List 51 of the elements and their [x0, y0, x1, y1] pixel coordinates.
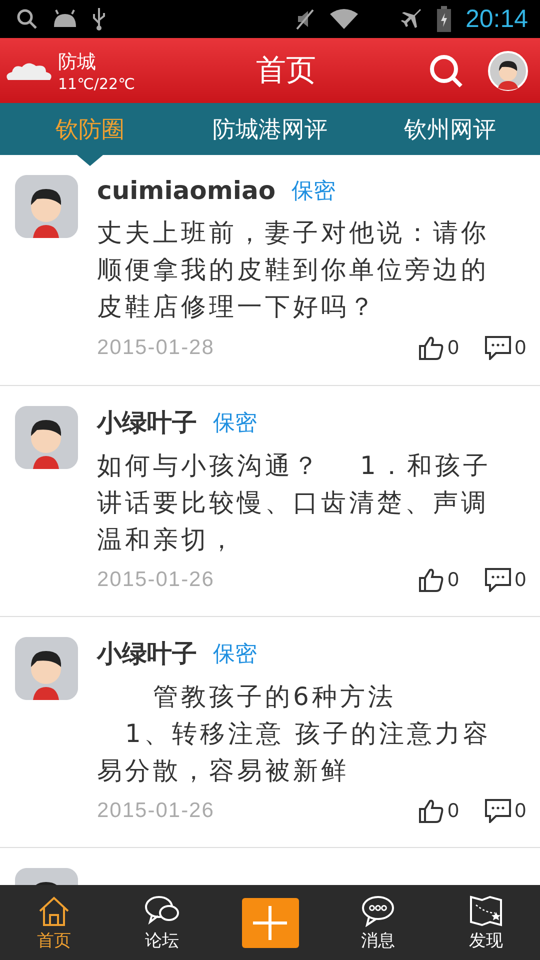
avatar[interactable] [488, 50, 528, 90]
like-count: 0 [448, 336, 459, 360]
privacy-label: 保密 [213, 410, 257, 438]
post-date: 2015-01-26 [97, 568, 216, 592]
temperature: 11℃/22℃ [58, 74, 135, 92]
comment-icon[interactable] [484, 568, 511, 592]
mute-icon [295, 8, 316, 30]
like-count: 0 [448, 568, 459, 592]
avatar [15, 406, 78, 469]
privacy-label: 保密 [213, 640, 257, 668]
post-date: 2015-01-28 [97, 336, 216, 360]
post-text[interactable]: 丈夫上班前，妻子对他说：请你顺便拿我的皮鞋到你单位旁边的皮鞋店修理一下好吗？ [97, 214, 497, 326]
usb-icon [92, 7, 106, 31]
nav-tab[interactable]: 首页 [0, 885, 108, 960]
like-count: 0 [448, 800, 459, 822]
airplane-icon [401, 8, 424, 30]
post-date: 2015-01-26 [97, 799, 216, 823]
avatar [15, 637, 78, 700]
comment-count: 0 [514, 800, 526, 822]
author-name[interactable]: 小绿叶子 [97, 406, 197, 439]
wifi-icon [329, 8, 360, 30]
thumbs-up-icon[interactable] [418, 799, 444, 823]
battery-icon [437, 6, 452, 32]
chat-bubbles-icon [144, 893, 180, 927]
tab[interactable]: 防城港网评 [180, 103, 360, 155]
comment-count: 0 [514, 568, 526, 592]
page-title: 首页 [255, 52, 317, 90]
post-text[interactable]: 如何与小孩沟通？ 1．和孩子讲话要比较慢、口齿清楚、声调温和亲切， [97, 447, 497, 558]
nav-tab[interactable]: 消息 [324, 885, 432, 960]
clock-time: 20:14 [465, 4, 528, 34]
author-name[interactable]: 小绿叶子 [97, 637, 197, 670]
nav-tab[interactable]: 发现 [432, 885, 540, 960]
android-icon [52, 9, 78, 29]
search-icon [16, 8, 38, 30]
author-name[interactable]: cuimiaomiao [97, 176, 276, 206]
avatar [15, 175, 78, 238]
search-icon[interactable] [428, 52, 464, 88]
nav-tab[interactable]: 论坛 [108, 885, 216, 960]
comment-count: 0 [514, 336, 526, 360]
plus-icon [251, 904, 289, 942]
thumbs-up-icon[interactable] [418, 568, 444, 592]
privacy-label: 保密 [292, 178, 336, 206]
comment-icon[interactable] [484, 336, 511, 360]
map-icon [468, 893, 504, 927]
chat-bubble-icon [360, 893, 396, 927]
tab[interactable]: 钦州网评 [360, 103, 540, 155]
city-name: 防城 [58, 50, 97, 74]
comment-icon[interactable] [484, 799, 511, 823]
thumbs-up-icon[interactable] [418, 336, 444, 360]
add-button[interactable] [242, 898, 298, 948]
post-text[interactable]: 管教孩子的6种方法 1、转移注意 孩子的注意力容易分散，容易被新鲜 [97, 678, 497, 789]
